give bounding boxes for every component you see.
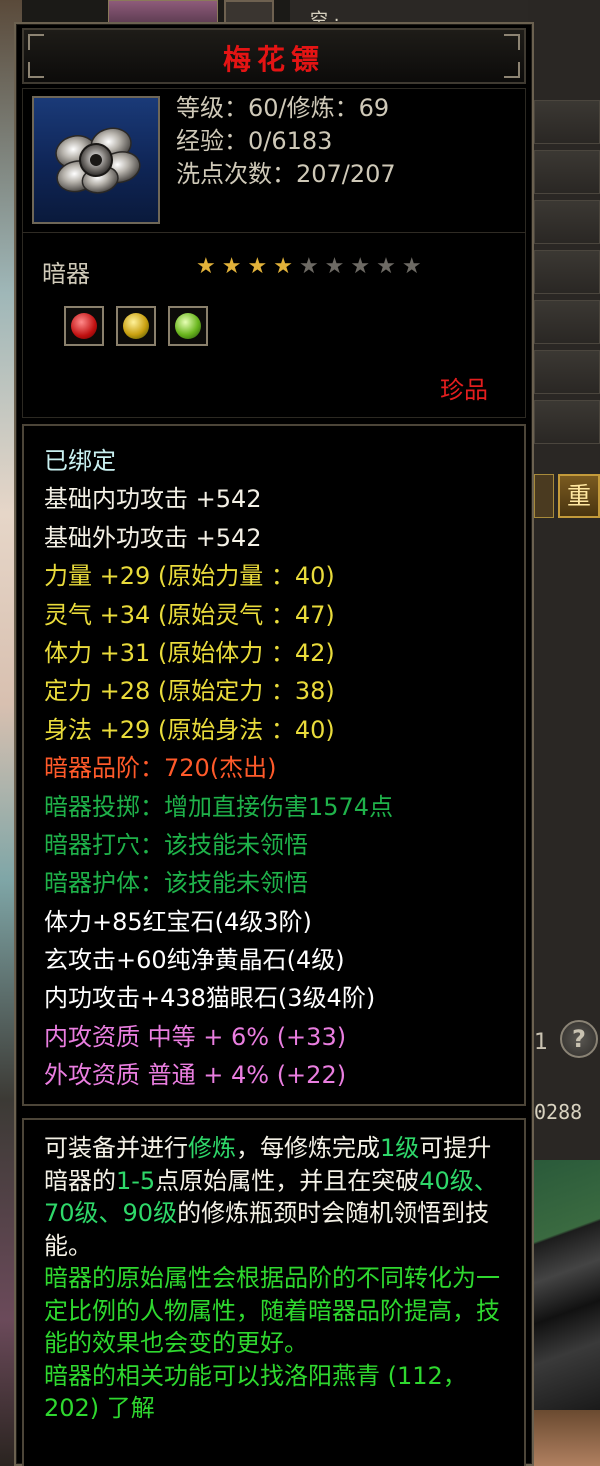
attribute-line: 身法 +29 (原始身法 ：40) [44, 715, 335, 744]
background-action-button[interactable]: 重 [558, 474, 600, 518]
background-cell [534, 400, 600, 444]
attribute-line: 体力 +31 (原始体力 ：42) [44, 638, 335, 667]
item-stats: 等级：60/修炼：69 经验：0/6183 洗点次数：207/207 [176, 92, 396, 191]
star-empty-icon: ★ [324, 254, 351, 279]
highlight-text: 1-5 [116, 1166, 156, 1195]
highlight-text: 1级 [380, 1134, 420, 1162]
background-cell [534, 300, 600, 344]
star-empty-icon: ★ [376, 254, 402, 279]
star-empty-icon: ★ [350, 254, 377, 279]
item-description: 可装备并进行修炼，每修炼完成1级可提升暗器的1-5点原始属性，并且在突破40级、… [44, 1132, 514, 1425]
attribute-line: 基础外功攻击 +542 [44, 523, 262, 552]
bound-status: 已绑定 [44, 447, 116, 475]
aptitude-line: 内攻资质 中等 + 6% (+33) [44, 1022, 347, 1051]
description-paragraph: 可装备并进行修炼，每修炼完成1级可提升暗器的1-5点原始属性，并且在突破40级、… [44, 1132, 514, 1262]
star-filled-icon: ★ [247, 254, 274, 279]
throwing-dart-icon [55, 127, 141, 194]
description-text: ，每修炼完成 [236, 1134, 380, 1162]
background-cell [534, 100, 600, 144]
star-empty-icon: ★ [401, 254, 428, 279]
attribute-line: 基础内功攻击 +542 [44, 485, 262, 514]
level-text: 等级：60/修炼：69 [176, 94, 390, 122]
section-divider [22, 232, 526, 233]
experience-text: 经验：0/6183 [176, 127, 333, 155]
attribute-list: 已绑定 基础内功攻击 +542 基础外功攻击 +542 力量 +29 (原始力量… [44, 442, 393, 1095]
grade-line: 暗器品阶：720(杰出) [44, 754, 277, 783]
background-side-number: 1 [534, 1030, 548, 1055]
red-gem-icon[interactable] [64, 306, 104, 346]
green-gem-icon[interactable] [168, 306, 208, 346]
background-cell [534, 150, 600, 194]
star-filled-icon: ★ [196, 254, 222, 279]
background-arrow-button[interactable] [534, 474, 554, 518]
star-empty-icon: ★ [298, 254, 325, 279]
gem-bonus-line: 体力+85红宝石(4级3阶) [44, 907, 312, 936]
item-title: 梅花镖 [222, 43, 325, 76]
tooltip-title-bar: 梅花镖 [22, 28, 526, 84]
skill-line: 暗器投掷：增加直接伤害1574点 [44, 792, 394, 821]
attribute-line: 灵气 +34 (原始灵气 ：47) [44, 600, 335, 629]
description-text: 可装备并进行 [44, 1134, 188, 1162]
background-cell [534, 350, 600, 394]
star-filled-icon: ★ [221, 254, 248, 279]
description-paragraph: 暗器的相关功能可以找洛阳燕青 (112，202) 了解 [44, 1361, 467, 1423]
description-paragraph: 暗器的原始属性会根据品阶的不同转化为一定比例的人物属性，随着暗器品阶提高，技能的… [44, 1264, 500, 1357]
star-rating: ★★★★★★★★★ [196, 254, 428, 279]
attribute-line: 力量 +29 (原始力量 ：40) [44, 562, 335, 591]
highlight-text: 修炼 [188, 1134, 236, 1162]
background-scene-right [534, 1160, 600, 1410]
gem-bonus-line: 玄攻击+60纯净黄晶石(4级) [44, 946, 345, 975]
attribute-line: 定力 +28 (原始定力 ：38) [44, 677, 335, 706]
aptitude-line: 外攻资质 普通 + 4% (+22) [44, 1061, 347, 1090]
background-side-counter: 0288 [534, 1100, 583, 1124]
skill-line: 暗器打穴：该技能未领悟 [44, 830, 308, 859]
yellow-gem-icon[interactable] [116, 306, 156, 346]
background-scene-right-bottom [534, 1410, 600, 1466]
gem-bonus-line: 内功攻击+438猫眼石(3级4阶) [44, 984, 376, 1013]
background-cell [534, 200, 600, 244]
help-icon[interactable]: ? [560, 1020, 598, 1058]
wash-count-text: 洗点次数：207/207 [176, 160, 396, 188]
background-cell [534, 250, 600, 294]
item-icon [32, 96, 160, 224]
rarity-label: 珍品 [440, 376, 488, 404]
skill-line: 暗器护体：该技能未领悟 [44, 869, 308, 898]
description-text: 点原始属性，并且在突破 [155, 1166, 420, 1195]
star-filled-icon: ★ [273, 254, 299, 279]
item-type: 暗器 [42, 260, 90, 288]
